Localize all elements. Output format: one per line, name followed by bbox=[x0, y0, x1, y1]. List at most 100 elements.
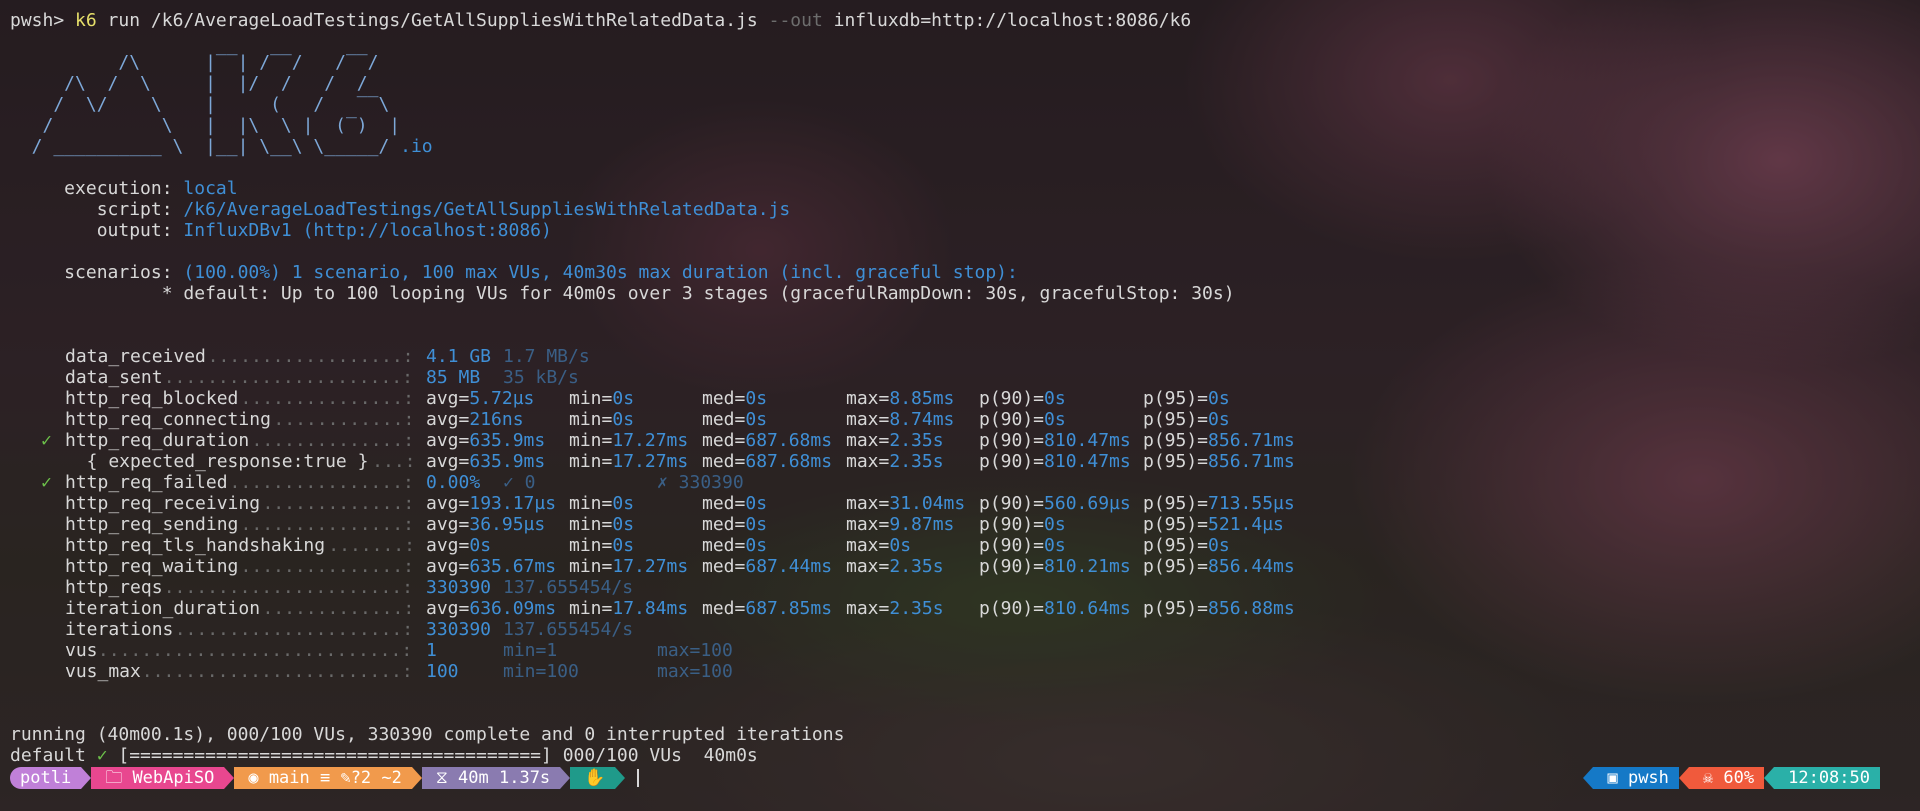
command-name: k6 bbox=[75, 10, 97, 31]
metric-value: 2.35s bbox=[889, 556, 944, 577]
metric-name: data_received bbox=[65, 346, 206, 367]
metric-value: 687.68ms bbox=[745, 430, 833, 451]
metric-name: http_req_blocked bbox=[65, 388, 239, 409]
k6-logo: /\ |‾‾| /‾‾/ /‾‾/ /\ / \ | |/ / / / / \/… bbox=[10, 52, 1910, 157]
scenarios-line: scenarios: (100.00%) 1 scenario, 100 max… bbox=[10, 262, 1018, 283]
status-segment: potli bbox=[10, 767, 82, 789]
metric-value: 1 bbox=[426, 640, 437, 661]
metric-value: 0s bbox=[612, 409, 635, 430]
metric-row: http_req_sending...............: avg=36.9… bbox=[65, 514, 1284, 535]
timer-icon: ⧖ bbox=[435, 768, 459, 788]
metric-name: http_req_connecting bbox=[65, 409, 271, 430]
prompt: pwsh> bbox=[10, 10, 65, 31]
terminal-output[interactable]: pwsh> k6 run /k6/AverageLoadTestings/Get… bbox=[10, 10, 1910, 766]
metric-row: ✓ http_req_duration..............: avg=635… bbox=[41, 430, 1295, 451]
metric-name: iteration_duration bbox=[65, 598, 261, 619]
metric-value: 0s bbox=[1044, 388, 1066, 409]
logo-row: / \/ \ | ( / ‾‾\ bbox=[10, 94, 390, 115]
folder-icon: 🗀 bbox=[105, 768, 133, 788]
metric-value: 856.88ms bbox=[1208, 598, 1295, 619]
metric-value: 856.44ms bbox=[1208, 556, 1295, 577]
terminal-icon: ▣ bbox=[1607, 768, 1628, 788]
metric-value: 330390 bbox=[426, 619, 492, 640]
skull-icon: ☠ bbox=[1702, 768, 1724, 788]
metric-value: 9.87ms bbox=[889, 514, 955, 535]
metric-value: 810.47ms bbox=[1044, 430, 1131, 451]
metric-value: 8.85ms bbox=[889, 388, 955, 409]
metric-value: 0s bbox=[745, 493, 768, 514]
status-segment: ◉ main ≡ ✎?2 ~2 bbox=[234, 767, 412, 789]
metric-value: 0s bbox=[612, 514, 635, 535]
metrics-table: data_received..................: 4.1 GB 1.… bbox=[10, 346, 1910, 682]
metric-value: 713.55µs bbox=[1208, 493, 1295, 514]
execution-line: execution: local bbox=[10, 178, 238, 199]
command-output: influxdb=http://localhost:8086/k6 bbox=[822, 10, 1192, 31]
logo-row: /\ / \ | |/ / / / bbox=[10, 73, 368, 94]
text-cursor[interactable] bbox=[637, 769, 640, 787]
metric-row: vus............................: 1 min=1 ma… bbox=[65, 640, 733, 661]
metric-name: http_req_failed bbox=[65, 472, 228, 493]
output-line: output: InfluxDBv1 (http://localhost:808… bbox=[10, 220, 552, 241]
command-flag: --out bbox=[768, 10, 823, 31]
metric-name: http_req_tls_handshaking bbox=[65, 535, 326, 556]
metric-name: http_req_waiting bbox=[65, 556, 239, 577]
default-progress: default ✓ [=============================… bbox=[10, 745, 758, 766]
check-icon: ✓ bbox=[41, 430, 52, 451]
metric-value: 0.00% bbox=[426, 472, 481, 493]
metric-row: iterations.....................: 330390 13… bbox=[65, 619, 634, 640]
metric-row: http_req_connecting............: avg=216n… bbox=[65, 409, 1230, 430]
check-icon: ✓ bbox=[96, 745, 108, 766]
metric-value: 17.27ms bbox=[612, 451, 689, 472]
metric-value: 635.9ms bbox=[469, 451, 546, 472]
metric-value: 193.17µs bbox=[469, 493, 557, 514]
metric-value: 2.35s bbox=[889, 451, 944, 472]
metric-value: 100 bbox=[426, 661, 459, 682]
metric-row: http_req_tls_handshaking.......: avg=0s mi… bbox=[65, 535, 1230, 556]
metric-value: 8.74ms bbox=[889, 409, 955, 430]
metric-name: http_req_receiving bbox=[65, 493, 261, 514]
metric-value: 0s bbox=[469, 535, 492, 556]
metric-value: 0s bbox=[1208, 388, 1230, 409]
metric-value: 5.72µs bbox=[469, 388, 535, 409]
metric-value: 810.21ms bbox=[1044, 556, 1131, 577]
metric-value: 687.68ms bbox=[745, 451, 833, 472]
metric-name: http_reqs bbox=[65, 577, 163, 598]
command-args: run /k6/AverageLoadTestings/GetAllSuppli… bbox=[96, 10, 769, 31]
metric-value: 0s bbox=[745, 535, 768, 556]
status-segment: ☠ 60% bbox=[1688, 767, 1765, 789]
metric-value: 17.27ms bbox=[612, 556, 689, 577]
progress-bar: [======================================]… bbox=[107, 745, 758, 766]
metric-value: 0s bbox=[1208, 535, 1230, 556]
metric-value: 4.1 GB bbox=[426, 346, 492, 367]
metric-row: vus_max........................: 100 min=1… bbox=[65, 661, 733, 682]
status-segment: 🗀 WebApiSO bbox=[91, 767, 225, 789]
metric-value: 216ns bbox=[469, 409, 524, 430]
metric-name: vus bbox=[65, 640, 98, 661]
metric-value: 0s bbox=[612, 493, 635, 514]
status-segment: 12:08:50 bbox=[1774, 767, 1880, 789]
metric-value: 810.47ms bbox=[1044, 451, 1131, 472]
metric-value: 0s bbox=[1044, 535, 1066, 556]
status-segment: ⧖ 40m 1.37s bbox=[421, 767, 561, 789]
logo-row: / \ | |\ \ | (‾) | bbox=[10, 115, 401, 136]
metric-name: { expected_response:true } bbox=[65, 451, 369, 472]
metric-value: 635.9ms bbox=[469, 430, 546, 451]
metric-value: 330390 bbox=[426, 577, 492, 598]
prompt-status-bar: potli 🗀 WebApiSO ◉ main ≡ ✎?2 ~2 ⧖ 40m 1.37… bbox=[10, 767, 1880, 789]
metric-name: http_req_duration bbox=[65, 430, 250, 451]
metric-value: 635.67ms bbox=[469, 556, 557, 577]
metric-value: 0s bbox=[1208, 409, 1230, 430]
default-scenario-line: * default: Up to 100 looping VUs for 40m… bbox=[10, 283, 1235, 304]
metric-row: ✓ http_req_failed................: 0.00% ✓ … bbox=[41, 472, 744, 493]
metric-value: 85 MB bbox=[426, 367, 481, 388]
metric-value: 810.64ms bbox=[1044, 598, 1131, 619]
status-segment: ▣ pwsh bbox=[1593, 767, 1679, 789]
command-line: pwsh> k6 run /k6/AverageLoadTestings/Get… bbox=[10, 10, 1910, 31]
metric-value: 636.09ms bbox=[469, 598, 557, 619]
metric-value: 521.4µs bbox=[1208, 514, 1284, 535]
metric-row: data_received..................: 4.1 GB 1.… bbox=[65, 346, 590, 367]
metric-row: http_req_blocked...............: avg=5.72… bbox=[65, 388, 1230, 409]
metric-value: 0s bbox=[745, 409, 768, 430]
metric-value: 17.27ms bbox=[612, 430, 689, 451]
metric-value: 0s bbox=[612, 535, 635, 556]
